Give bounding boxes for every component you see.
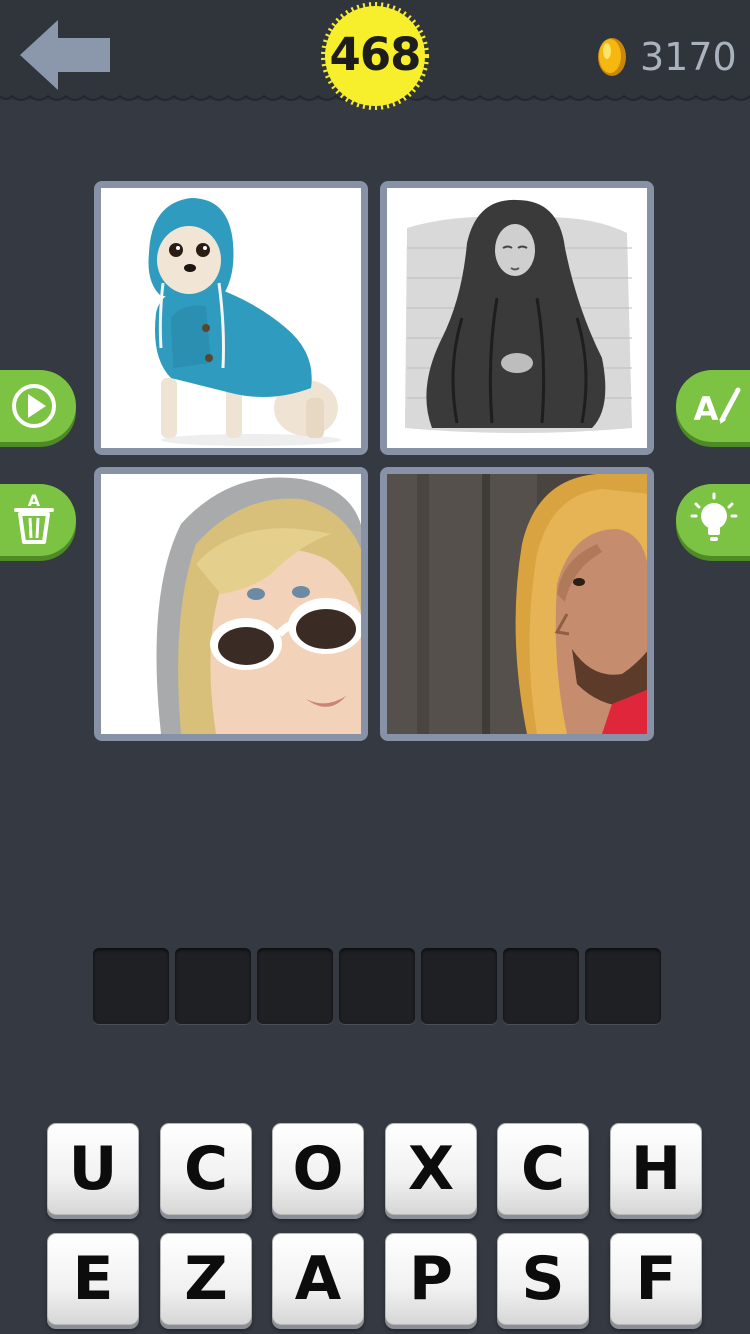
letter-key-r2-3[interactable]: A [272,1233,364,1325]
picture-tile-3[interactable] [94,467,368,741]
svg-text:A: A [694,390,719,428]
letter-key-r2-5[interactable]: S [497,1233,589,1325]
reveal-letter-button[interactable]: A [676,370,750,442]
letter-key-r1-1[interactable]: U [47,1123,139,1215]
answer-slot-6[interactable] [503,948,579,1024]
letter-key-r2-4[interactable]: P [385,1233,477,1325]
letter-key-r1-2[interactable]: C [160,1123,252,1215]
picture-tile-2[interactable] [380,181,654,455]
letter-key-r2-1[interactable]: E [47,1233,139,1325]
hooded-woman-engraving-image [387,188,647,448]
letter-key-r1-3[interactable]: O [272,1123,364,1215]
answer-slot-2[interactable] [175,948,251,1024]
man-yellow-hood-image [387,474,647,734]
letter-key-r1-6[interactable]: H [610,1123,702,1215]
picture-tile-1[interactable] [94,181,368,455]
answer-slot-1[interactable] [93,948,169,1024]
reveal-letter-icon: A [694,387,741,428]
play-video-button[interactable] [0,370,76,442]
answer-slot-7[interactable] [585,948,661,1024]
chihuahua-hoodie-image [101,188,361,448]
letter-key-r2-6[interactable]: F [610,1233,702,1325]
video-play-icon [12,384,56,428]
letter-key-r1-4[interactable]: X [385,1123,477,1215]
coin-icon [598,38,626,76]
level-number: 468 [329,28,422,81]
svg-text:A: A [28,491,41,510]
lightbulb-solve-icon [690,492,738,541]
remove-letters-trash-icon: A [14,491,54,544]
remove-letters-button[interactable]: A [0,484,76,556]
answer-slot-3[interactable] [257,948,333,1024]
picture-tile-4[interactable] [380,467,654,741]
back-arrow-icon[interactable] [18,18,112,92]
answer-slot-4[interactable] [339,948,415,1024]
answer-slot-5[interactable] [421,948,497,1024]
woman-sunglasses-hoodie-image [101,474,361,734]
letter-key-r1-5[interactable]: C [497,1123,589,1215]
coin-count: 3170 [640,35,737,79]
letter-key-r2-2[interactable]: Z [160,1233,252,1325]
solve-hint-button[interactable] [676,484,750,556]
